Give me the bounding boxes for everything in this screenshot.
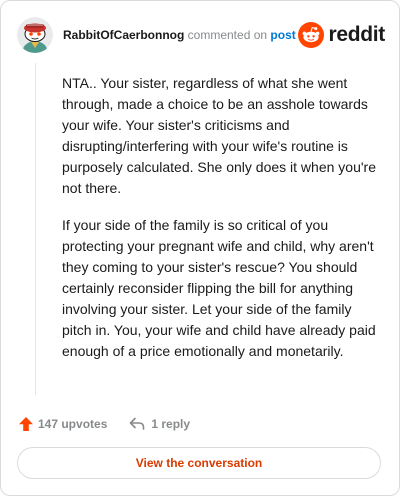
upvote-count: 147 upvotes	[38, 417, 108, 431]
embedded-comment-card: RabbitOfCaerbonnog commented on post red…	[0, 0, 400, 496]
reddit-logo[interactable]: reddit	[298, 21, 385, 49]
comment-byline: RabbitOfCaerbonnog commented on post	[63, 27, 296, 43]
reply-arrow-icon	[130, 417, 145, 430]
view-conversation-button[interactable]: View the conversation	[17, 447, 381, 479]
logo-wordmark: reddit	[328, 23, 385, 46]
reply-count: 1 reply	[151, 417, 191, 431]
comment-paragraph: If your side of the family is so critica…	[62, 217, 376, 359]
reddit-alien-icon	[298, 22, 325, 48]
comment-body: NTA.. Your sister, regardless of what sh…	[62, 73, 378, 378]
reply-button[interactable]: 1 reply	[129, 417, 190, 431]
upvote-arrow-icon	[19, 417, 33, 431]
action-text: commented on	[187, 28, 268, 42]
comment-footer: 147 upvotes 1 reply	[18, 414, 190, 434]
upvote-button[interactable]: 147 upvotes	[18, 416, 107, 432]
thread-line	[35, 63, 36, 395]
author-name[interactable]: RabbitOfCaerbonnog	[63, 28, 184, 42]
snoo-avatar-icon	[17, 17, 53, 53]
comment-header: RabbitOfCaerbonnog commented on post red…	[17, 17, 385, 53]
user-avatar[interactable]	[17, 17, 53, 53]
comment-paragraph: NTA.. Your sister, regardless of what sh…	[62, 75, 376, 196]
post-link[interactable]: post	[270, 28, 295, 42]
